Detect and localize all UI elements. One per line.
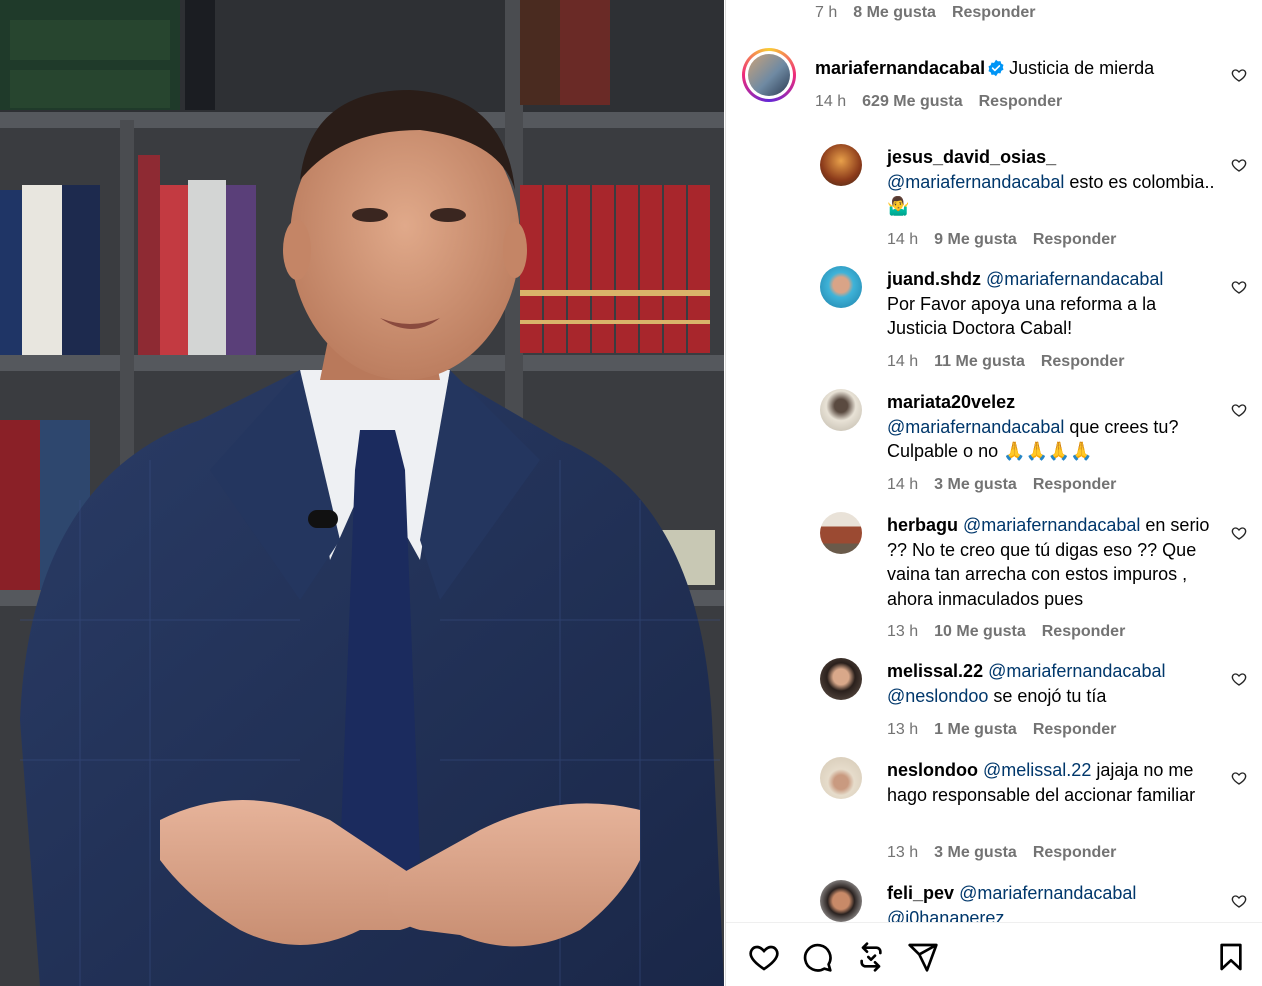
comment-time: 14 h xyxy=(887,476,919,493)
comment-time: 14 h xyxy=(887,231,919,248)
video-player[interactable] xyxy=(0,0,724,986)
mention-link[interactable]: @melissal.22 xyxy=(983,760,1091,780)
comment-likes[interactable]: 11 Me gusta xyxy=(934,353,1025,371)
avatar[interactable] xyxy=(742,48,796,102)
comment-meta: 14 h 9 Me gusta Responder xyxy=(887,231,1116,249)
comment-username[interactable]: mariafernandacabal xyxy=(815,58,985,78)
avatar[interactable] xyxy=(820,144,862,186)
comment-text: neslondoo @melissal.22 jajaja no me hago… xyxy=(887,758,1217,807)
heart-icon[interactable] xyxy=(748,941,780,973)
heart-icon[interactable] xyxy=(1231,671,1247,687)
comment-meta: 13 h 10 Me gusta Responder xyxy=(887,623,1125,641)
avatar[interactable] xyxy=(820,658,862,700)
comment-body: se enojó tu tía xyxy=(988,685,1107,706)
heart-icon[interactable] xyxy=(1231,893,1247,909)
comment-time: 13 h xyxy=(887,623,919,640)
comments-panel: 7 h 8 Me gusta Responder mariafernandaca… xyxy=(725,0,1262,986)
video-frame xyxy=(0,0,724,986)
reply-button[interactable]: Responder xyxy=(1033,231,1117,249)
comment-text: juand.shdz @mariafernandacabal Por Favor… xyxy=(887,267,1217,341)
comment-time: 13 h xyxy=(887,844,919,861)
bookmark-icon[interactable] xyxy=(1215,941,1247,973)
comment-text: mariata20velez @mariafernandacabal que c… xyxy=(887,390,1217,464)
avatar[interactable] xyxy=(820,757,862,799)
heart-icon[interactable] xyxy=(1231,402,1247,418)
comment-icon[interactable] xyxy=(801,941,833,973)
mention-link[interactable]: @mariafernandacabal xyxy=(986,269,1163,289)
comment-meta: 14 h 11 Me gusta Responder xyxy=(887,353,1124,371)
avatar[interactable] xyxy=(820,266,862,308)
comment-time: 13 h xyxy=(887,721,919,738)
mention-link[interactable]: @mariafernandacabal xyxy=(988,661,1165,681)
comment-likes[interactable]: 629 Me gusta xyxy=(862,93,962,111)
comment-username[interactable]: neslondoo xyxy=(887,760,978,780)
mention-link[interactable]: @j0hanaperez xyxy=(887,908,1004,923)
comment-body: Por Favor apoya una reforma a la Justici… xyxy=(887,293,1157,339)
mention-link[interactable]: @mariafernandacabal xyxy=(959,883,1136,903)
comment-meta: 14 h 3 Me gusta Responder xyxy=(887,476,1116,494)
heart-icon[interactable] xyxy=(1231,157,1247,173)
reply-button[interactable]: Responder xyxy=(952,4,1036,22)
mention-link[interactable]: @mariafernandacabal xyxy=(887,417,1064,437)
comment-username[interactable]: mariata20velez xyxy=(887,392,1015,412)
prev-comment-meta: 7 h 8 Me gusta Responder xyxy=(815,4,1036,22)
comment-likes[interactable]: 8 Me gusta xyxy=(853,4,936,22)
comment-likes[interactable]: 3 Me gusta xyxy=(934,844,1017,862)
comment-body: Justicia de mierda xyxy=(1009,58,1155,78)
avatar[interactable] xyxy=(820,512,862,554)
comment-likes[interactable]: 9 Me gusta xyxy=(934,231,1017,249)
comment-username[interactable]: jesus_david_osias_ xyxy=(887,147,1056,167)
reply-button[interactable]: Responder xyxy=(1041,353,1125,371)
comment-time: 14 h xyxy=(815,93,847,110)
comment-text: melissal.22 @mariafernandacabal @neslond… xyxy=(887,659,1217,708)
heart-icon[interactable] xyxy=(1231,67,1247,83)
mention-link[interactable]: @neslondoo xyxy=(887,686,988,706)
comment-text: herbagu @mariafernandacabal en serio ?? … xyxy=(887,513,1217,611)
comment-username[interactable]: juand.shdz xyxy=(887,269,981,289)
repost-icon[interactable] xyxy=(855,941,887,973)
comment-text: jesus_david_osias_ @mariafernandacabal e… xyxy=(887,145,1217,219)
comment-likes[interactable]: 1 Me gusta xyxy=(934,721,1017,739)
share-icon[interactable] xyxy=(907,941,939,973)
heart-icon[interactable] xyxy=(1231,279,1247,295)
comment-meta: 13 h 1 Me gusta Responder xyxy=(887,721,1116,739)
reply-button[interactable]: Responder xyxy=(1033,476,1117,494)
comment-username[interactable]: feli_pev xyxy=(887,883,954,903)
reply-button[interactable]: Responder xyxy=(1033,844,1117,862)
comments-list[interactable]: 7 h 8 Me gusta Responder mariafernandaca… xyxy=(726,0,1262,922)
reply-button[interactable]: Responder xyxy=(1042,623,1126,641)
mention-link[interactable]: @mariafernandacabal xyxy=(887,172,1064,192)
comment-username[interactable]: melissal.22 xyxy=(887,661,983,681)
comment-text: mariafernandacabal Justicia de mierda xyxy=(815,56,1195,81)
heart-icon[interactable] xyxy=(1231,770,1247,786)
verified-icon xyxy=(988,59,1004,77)
avatar[interactable] xyxy=(820,389,862,431)
reply-button[interactable]: Responder xyxy=(979,93,1063,111)
heart-icon[interactable] xyxy=(1231,525,1247,541)
reply-button[interactable]: Responder xyxy=(1033,721,1117,739)
action-bar xyxy=(726,922,1262,986)
comment-username[interactable]: herbagu xyxy=(887,515,958,535)
comment-time: 14 h xyxy=(887,353,919,370)
avatar[interactable] xyxy=(820,880,862,922)
mention-link[interactable]: @mariafernandacabal xyxy=(963,515,1140,535)
comment-likes[interactable]: 3 Me gusta xyxy=(934,476,1017,494)
comment-meta: 13 h 3 Me gusta Responder xyxy=(887,844,1116,862)
comment-likes[interactable]: 10 Me gusta xyxy=(934,623,1026,641)
main-comment-meta: 14 h 629 Me gusta Responder xyxy=(815,93,1062,111)
comment-text: feli_pev @mariafernandacabal @j0hanapere… xyxy=(887,881,1217,922)
comment-time: 7 h xyxy=(815,4,838,21)
